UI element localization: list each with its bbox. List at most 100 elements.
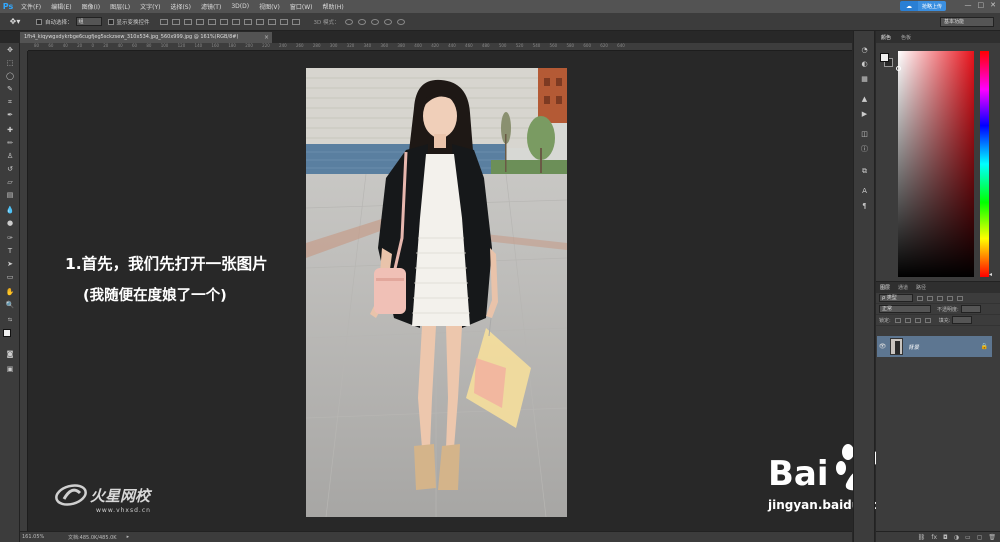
history-brush-tool-icon[interactable]: ↺: [4, 164, 16, 175]
lock-position-icon[interactable]: [914, 317, 921, 323]
menu-help[interactable]: 帮助(H): [318, 2, 349, 11]
delete-layer-icon[interactable]: 🗑: [988, 534, 996, 541]
ruler-corner[interactable]: [20, 43, 28, 51]
layer-name[interactable]: 背景: [908, 343, 919, 351]
dodge-tool-icon[interactable]: ●: [4, 218, 16, 229]
tab-color[interactable]: 颜色: [876, 34, 896, 41]
auto-select-checkbox[interactable]: [36, 18, 42, 25]
brush-tool-icon[interactable]: ✏: [4, 138, 16, 149]
zoom-tool-icon[interactable]: 🔍: [4, 300, 16, 311]
tab-channels[interactable]: 通道: [894, 284, 912, 291]
ruler-vertical[interactable]: [20, 51, 28, 531]
menu-layer[interactable]: 图层(L): [105, 2, 135, 11]
fill-input[interactable]: [952, 316, 973, 324]
filter-type-icon[interactable]: [937, 295, 943, 301]
document-tab-close-icon[interactable]: ×: [264, 32, 269, 43]
distribute-right-icon[interactable]: [291, 18, 300, 25]
slide-3d-icon[interactable]: [383, 18, 392, 25]
tab-layers[interactable]: 图层: [876, 284, 894, 291]
rotate-3d-icon[interactable]: [344, 18, 353, 25]
filter-adjust-icon[interactable]: [927, 295, 933, 301]
menu-filter[interactable]: 滤镜(T): [196, 2, 226, 11]
actions-panel-icon[interactable]: ▲: [859, 94, 870, 104]
visibility-eye-icon[interactable]: 👁: [877, 343, 888, 350]
scale-3d-icon[interactable]: [396, 18, 405, 25]
play-icon[interactable]: ▶: [859, 109, 870, 119]
type-tool-icon[interactable]: T: [4, 246, 16, 257]
eyedropper-tool-icon[interactable]: ✒: [4, 110, 16, 121]
foreground-color-swatch[interactable]: [3, 329, 11, 337]
opacity-input[interactable]: [960, 305, 981, 313]
show-transform-checkbox[interactable]: [107, 18, 114, 25]
ruler-horizontal[interactable]: 80 60 40 20 0 20 40 60 80 100 120 140 16…: [28, 43, 852, 51]
align-vcenter-icon[interactable]: [171, 18, 180, 25]
layer-mask-icon[interactable]: ◘: [943, 534, 948, 541]
status-menu-arrow-icon[interactable]: ▸: [117, 534, 130, 540]
panel-foreground-swatch[interactable]: [880, 53, 889, 62]
minimize-button[interactable]: —: [965, 1, 972, 9]
clone-stamp-tool-icon[interactable]: ♙: [4, 151, 16, 162]
menu-edit[interactable]: 编辑(E): [46, 2, 76, 11]
tab-swatches[interactable]: 色板: [896, 34, 916, 41]
menu-file[interactable]: 文件(F): [16, 2, 46, 11]
styles-panel-icon[interactable]: ⧉: [859, 166, 870, 176]
swap-colors-icon[interactable]: ⇆: [4, 315, 16, 326]
maximize-button[interactable]: □: [978, 1, 985, 9]
document-tab[interactable]: 1fh4_kiqywgxdykrbge6cugfjeg5sckzsew_310x…: [20, 32, 272, 43]
new-layer-icon[interactable]: ▢: [977, 534, 983, 541]
color-picker-field[interactable]: [896, 51, 974, 277]
adjustment-layer-icon[interactable]: ◑: [954, 534, 959, 541]
quick-select-tool-icon[interactable]: ✎: [4, 84, 16, 95]
distribute-top-icon[interactable]: [231, 18, 240, 25]
drag-3d-icon[interactable]: [370, 18, 379, 25]
character-panel-icon[interactable]: A: [859, 186, 870, 196]
move-tool-preset-icon[interactable]: ✥▾: [0, 17, 30, 26]
eraser-tool-icon[interactable]: ▱: [4, 177, 16, 188]
lock-transparent-icon[interactable]: [894, 317, 901, 323]
menu-type[interactable]: 文字(Y): [135, 2, 165, 11]
filter-smart-icon[interactable]: [957, 295, 963, 301]
document-image[interactable]: [306, 68, 567, 517]
hue-slider-handle-icon[interactable]: ◂: [989, 271, 992, 278]
crop-tool-icon[interactable]: ⌗: [4, 97, 16, 108]
filter-shape-icon[interactable]: [947, 295, 953, 301]
blur-tool-icon[interactable]: 💧: [4, 205, 16, 216]
layer-row-background[interactable]: 👁 背景 🔒: [877, 336, 992, 357]
lock-image-icon[interactable]: [904, 317, 911, 323]
path-select-tool-icon[interactable]: ➤: [4, 259, 16, 270]
screen-mode-icon[interactable]: ▣: [4, 364, 16, 375]
cloud-upload-button[interactable]: ☁ 抢略上传: [899, 1, 946, 11]
distribute-vcenter-icon[interactable]: [243, 18, 252, 25]
align-bottom-icon[interactable]: [183, 18, 192, 25]
tab-paths[interactable]: 路径: [912, 284, 930, 291]
menu-view[interactable]: 视图(V): [254, 2, 285, 11]
color-picker-cursor[interactable]: [896, 66, 901, 71]
distribute-left-icon[interactable]: [267, 18, 276, 25]
paragraph-panel-icon[interactable]: ¶: [859, 201, 870, 211]
lock-all-icon[interactable]: [924, 317, 931, 323]
align-left-icon[interactable]: [195, 18, 204, 25]
distribute-hcenter-icon[interactable]: [279, 18, 288, 25]
menu-select[interactable]: 选择(S): [165, 2, 196, 11]
roll-3d-icon[interactable]: [357, 18, 366, 25]
distribute-bottom-icon[interactable]: [255, 18, 264, 25]
filter-pixel-icon[interactable]: [917, 295, 923, 301]
auto-select-dropdown[interactable]: 组: [75, 17, 102, 26]
adjustments-icon[interactable]: ◫: [859, 129, 870, 139]
move-tool-icon[interactable]: ✥: [4, 45, 16, 56]
clone-source-icon[interactable]: ▦: [859, 74, 870, 84]
align-top-icon[interactable]: [159, 18, 168, 25]
new-group-icon[interactable]: ▭: [965, 534, 971, 541]
layer-style-icon[interactable]: fx: [931, 534, 937, 541]
link-layers-icon[interactable]: ⛓: [918, 534, 926, 541]
gradient-tool-icon[interactable]: ▤: [4, 190, 16, 201]
quick-mask-icon[interactable]: ◙: [4, 349, 16, 360]
menu-3d[interactable]: 3D(D): [226, 3, 254, 10]
pen-tool-icon[interactable]: ✑: [4, 233, 16, 244]
workspace-dropdown[interactable]: 基本功能: [940, 17, 994, 27]
brush-panel-icon[interactable]: ◐: [859, 59, 870, 69]
align-right-icon[interactable]: [219, 18, 228, 25]
zoom-level[interactable]: 161.05%: [20, 534, 48, 540]
hand-tool-icon[interactable]: ✋: [4, 287, 16, 298]
shape-tool-icon[interactable]: ▭: [4, 272, 16, 283]
